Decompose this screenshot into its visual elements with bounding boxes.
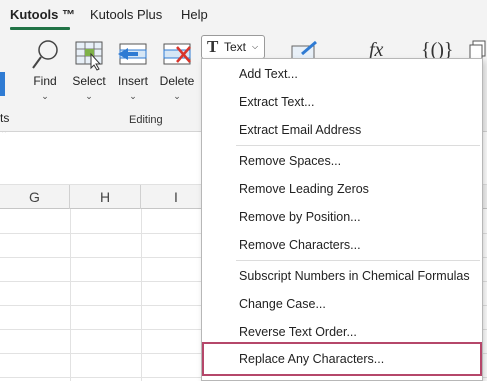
insert-label: Insert [117, 74, 148, 88]
chevron-down-icon: ⌄ [85, 91, 93, 101]
menu-item-add-text[interactable]: Add Text... [202, 60, 482, 88]
text-menu-button[interactable]: T Text ⌵ [201, 35, 265, 59]
menu-item-subscript-numbers[interactable]: Subscript Numbers in Chemical Formulas [202, 262, 482, 290]
select-button[interactable]: Select ⌄ [70, 38, 108, 102]
find-label: Find [33, 74, 57, 88]
tab-kutools[interactable]: Kutools ™ [10, 7, 75, 22]
grid-line [70, 209, 71, 381]
menu-separator [236, 145, 480, 146]
active-tab-underline [10, 27, 70, 30]
column-header-g[interactable]: G [0, 185, 70, 209]
text-dropdown-menu: Add Text... Extract Text... Extract Emai… [201, 58, 483, 381]
delete-rows-icon [163, 43, 191, 65]
select-range-icon [75, 41, 103, 71]
insert-rows-icon [118, 43, 147, 65]
menu-item-extract-text[interactable]: Extract Text... [202, 88, 482, 116]
magnifier-icon [32, 40, 58, 69]
partial-button-label[interactable]: ts [0, 111, 9, 125]
text-t-icon: T [207, 37, 219, 56]
delete-button[interactable]: Delete ⌄ [158, 38, 196, 102]
menu-item-remove-spaces[interactable]: Remove Spaces... [202, 147, 482, 175]
find-button[interactable]: Find ⌄ [28, 38, 62, 102]
text-button-label: Text [224, 40, 247, 54]
menu-item-remove-characters[interactable]: Remove Characters... [202, 231, 482, 259]
menu-item-change-case[interactable]: Change Case... [202, 290, 482, 318]
delete-label: Delete [159, 74, 195, 88]
chevron-down-icon: ⌄ [129, 91, 137, 101]
chevron-down-icon: ⌵ [252, 42, 259, 51]
column-header-h[interactable]: H [70, 185, 141, 209]
menu-item-replace-any-characters[interactable]: Replace Any Characters... [202, 342, 482, 376]
menu-item-remove-by-position[interactable]: Remove by Position... [202, 203, 482, 231]
tab-kutools-plus[interactable]: Kutools Plus [90, 7, 162, 22]
chevron-down-icon: ⌄ [173, 91, 181, 101]
editing-group-label: Editing [129, 114, 163, 126]
tab-help[interactable]: Help [181, 7, 208, 22]
menu-item-extract-email[interactable]: Extract Email Address [202, 116, 482, 144]
partial-icon [0, 72, 5, 96]
grid-line [141, 209, 142, 381]
chevron-down-icon: ⌄ [41, 91, 49, 101]
menu-separator [236, 260, 480, 261]
insert-button[interactable]: Insert ⌄ [115, 38, 151, 102]
menu-bar: Kutools ™ Kutools Plus Help [0, 0, 487, 32]
select-label: Select [72, 74, 106, 88]
menu-item-remove-leading-zeros[interactable]: Remove Leading Zeros [202, 175, 482, 203]
